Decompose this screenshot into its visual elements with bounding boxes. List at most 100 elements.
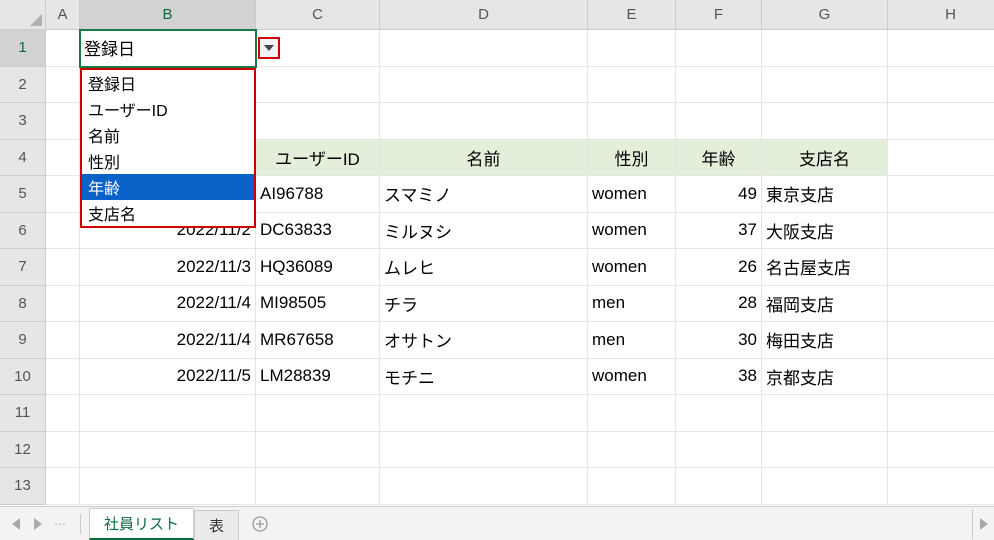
cell-D10[interactable]: モチニ (380, 359, 588, 396)
cell-F10[interactable]: 38 (676, 359, 762, 396)
cell-B12[interactable] (80, 432, 256, 469)
cell-A8[interactable] (46, 286, 80, 323)
cell-B13[interactable] (80, 468, 256, 505)
cell-D6[interactable]: ミルヌシ (380, 213, 588, 250)
row-header-3[interactable]: 3 (0, 103, 46, 140)
sheet-tab-active[interactable]: 社員リスト (89, 508, 194, 540)
cell-A12[interactable] (46, 432, 80, 469)
cell-G12[interactable] (762, 432, 888, 469)
cell-E9[interactable]: men (588, 322, 676, 359)
cell-E5[interactable]: women (588, 176, 676, 213)
cell-B10[interactable]: 2022/11/5 (80, 359, 256, 396)
cell-D4[interactable]: 名前 (380, 140, 588, 177)
cell-F12[interactable] (676, 432, 762, 469)
cell-A6[interactable] (46, 213, 80, 250)
data-validation-dropdown-list[interactable]: 登録日 ユーザーID 名前 性別 年齢 支店名 (80, 68, 256, 228)
cell-C4[interactable]: ユーザーID (256, 140, 380, 177)
cell-C6[interactable]: DC63833 (256, 213, 380, 250)
dropdown-item[interactable]: 支店名 (82, 200, 254, 226)
cell-F2[interactable] (676, 67, 762, 104)
row-header-9[interactable]: 9 (0, 322, 46, 359)
cell-G7[interactable]: 名古屋支店 (762, 249, 888, 286)
cell-F9[interactable]: 30 (676, 322, 762, 359)
cell-C9[interactable]: MR67658 (256, 322, 380, 359)
cell-C8[interactable]: MI98505 (256, 286, 380, 323)
cell-E13[interactable] (588, 468, 676, 505)
cell-F11[interactable] (676, 395, 762, 432)
cell-G3[interactable] (762, 103, 888, 140)
add-sheet-button[interactable] (245, 509, 275, 539)
cell-A3[interactable] (46, 103, 80, 140)
cell-H4[interactable] (888, 140, 994, 177)
cell-G2[interactable] (762, 67, 888, 104)
dropdown-item-selected[interactable]: 年齢 (82, 174, 254, 200)
cell-D2[interactable] (380, 67, 588, 104)
cell-C13[interactable] (256, 468, 380, 505)
col-header-A[interactable]: A (46, 0, 80, 30)
cell-G6[interactable]: 大阪支店 (762, 213, 888, 250)
cell-F6[interactable]: 37 (676, 213, 762, 250)
col-header-B[interactable]: B (80, 0, 256, 30)
row-header-7[interactable]: 7 (0, 249, 46, 286)
cell-E7[interactable]: women (588, 249, 676, 286)
data-validation-dropdown-button[interactable] (258, 37, 280, 59)
cell-C5[interactable]: AI96788 (256, 176, 380, 213)
cell-A4[interactable] (46, 140, 80, 177)
cell-C11[interactable] (256, 395, 380, 432)
cell-F7[interactable]: 26 (676, 249, 762, 286)
cell-G4[interactable]: 支店名 (762, 140, 888, 177)
cell-E11[interactable] (588, 395, 676, 432)
cell-B9[interactable]: 2022/11/4 (80, 322, 256, 359)
cell-D12[interactable] (380, 432, 588, 469)
cell-A13[interactable] (46, 468, 80, 505)
cell-E10[interactable]: women (588, 359, 676, 396)
cell-H7[interactable] (888, 249, 994, 286)
sheet-tab[interactable]: 表 (194, 510, 239, 540)
cell-G5[interactable]: 東京支店 (762, 176, 888, 213)
cell-C2[interactable] (256, 67, 380, 104)
cell-H5[interactable] (888, 176, 994, 213)
cell-A11[interactable] (46, 395, 80, 432)
cell-G10[interactable]: 京都支店 (762, 359, 888, 396)
tab-scroll-right[interactable] (972, 509, 994, 539)
cell-G13[interactable] (762, 468, 888, 505)
cell-H1[interactable] (888, 30, 994, 67)
dropdown-item[interactable]: ユーザーID (82, 96, 254, 122)
cell-A5[interactable] (46, 176, 80, 213)
dropdown-item[interactable]: 性別 (82, 148, 254, 174)
dropdown-item[interactable]: 登録日 (82, 70, 254, 96)
cell-E8[interactable]: men (588, 286, 676, 323)
row-header-13[interactable]: 13 (0, 468, 46, 505)
cell-G1[interactable] (762, 30, 888, 67)
cell-A7[interactable] (46, 249, 80, 286)
tab-nav-next[interactable] (28, 514, 48, 534)
cell-A1[interactable] (46, 30, 80, 67)
cell-A2[interactable] (46, 67, 80, 104)
col-header-D[interactable]: D (380, 0, 588, 30)
row-header-6[interactable]: 6 (0, 213, 46, 250)
tab-nav-more[interactable]: ⋯ (50, 514, 70, 534)
cell-D3[interactable] (380, 103, 588, 140)
col-header-G[interactable]: G (762, 0, 888, 30)
cell-H8[interactable] (888, 286, 994, 323)
cell-D13[interactable] (380, 468, 588, 505)
dropdown-item[interactable]: 名前 (82, 122, 254, 148)
cell-B11[interactable] (80, 395, 256, 432)
row-header-1[interactable]: 1 (0, 30, 46, 67)
cell-D7[interactable]: ムレヒ (380, 249, 588, 286)
cell-H11[interactable] (888, 395, 994, 432)
cell-H6[interactable] (888, 213, 994, 250)
cell-E6[interactable]: women (588, 213, 676, 250)
cell-B7[interactable]: 2022/11/3 (80, 249, 256, 286)
col-header-E[interactable]: E (588, 0, 676, 30)
cell-H3[interactable] (888, 103, 994, 140)
cell-D5[interactable]: スマミノ (380, 176, 588, 213)
cell-E12[interactable] (588, 432, 676, 469)
cell-F13[interactable] (676, 468, 762, 505)
row-header-8[interactable]: 8 (0, 286, 46, 323)
cell-G11[interactable] (762, 395, 888, 432)
cell-B1[interactable]: 登録日 (80, 30, 256, 67)
cell-C3[interactable] (256, 103, 380, 140)
tab-nav-prev[interactable] (6, 514, 26, 534)
cell-F4[interactable]: 年齢 (676, 140, 762, 177)
